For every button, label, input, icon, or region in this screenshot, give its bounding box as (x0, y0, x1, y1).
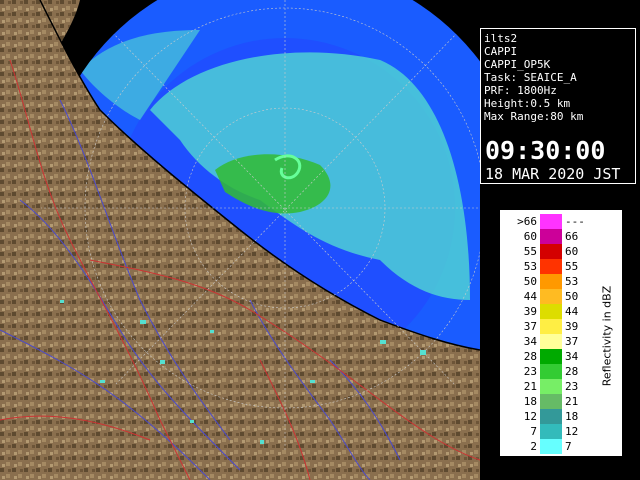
legend-unit-text: Reflectivity in dBZ (600, 285, 614, 387)
legend-row-swatch (540, 274, 562, 289)
info-time: 09:30:00 (485, 136, 606, 165)
legend-row: 44 50 (501, 289, 601, 304)
legend-row-low: 50 (523, 275, 537, 288)
legend-row: 7 12 (501, 424, 601, 439)
legend-row-low: 21 (523, 380, 537, 393)
legend-row: 28 34 (501, 349, 601, 364)
legend-row-high: 55 (565, 260, 579, 273)
reflectivity-legend: >66 --- 60 66 55 60 53 55 50 53 44 50 39 44 37 39 34 37 28… (500, 210, 622, 456)
legend-row-low: 2 (530, 440, 537, 453)
radar-info-panel: ilts2 CAPPI CAPPI_OP5K Task: SEAICE_A PR… (480, 28, 636, 184)
legend-row-low: 23 (523, 365, 537, 378)
legend-row-high: 37 (565, 335, 579, 348)
legend-row-swatch (540, 289, 562, 304)
legend-row-swatch (540, 229, 562, 244)
legend-row: 37 39 (501, 319, 601, 334)
info-height: Height:0.5 km (484, 97, 571, 110)
legend-row-swatch (540, 334, 562, 349)
legend-row-swatch (540, 259, 562, 274)
legend-row: 53 55 (501, 259, 601, 274)
legend-row-low: 7 (530, 425, 537, 438)
legend-row-low: 39 (523, 305, 537, 318)
legend-row: 39 44 (501, 304, 601, 319)
legend-row-low: 53 (523, 260, 537, 273)
legend-row-swatch (540, 379, 562, 394)
legend-row-high: 66 (565, 230, 579, 243)
legend-row-swatch (540, 424, 562, 439)
legend-row-low: 12 (523, 410, 537, 423)
legend-row-high: 7 (565, 440, 572, 453)
legend-row-high: 39 (565, 320, 579, 333)
legend-row: 12 18 (501, 409, 601, 424)
legend-row: 50 53 (501, 274, 601, 289)
legend-row-swatch (540, 439, 562, 454)
legend-row: 27 (501, 439, 601, 454)
legend-row-swatch (540, 244, 562, 259)
legend-row-low: 44 (523, 290, 537, 303)
legend-row-high: 34 (565, 350, 579, 363)
legend-row-high: 28 (565, 365, 579, 378)
legend-row-high: 50 (565, 290, 579, 303)
legend-row-swatch (540, 364, 562, 379)
legend-row: 55 60 (501, 244, 601, 259)
legend-row-low: 28 (523, 350, 537, 363)
legend-row-high: 53 (565, 275, 579, 288)
legend-row: 18 21 (501, 394, 601, 409)
legend-row-high: 12 (565, 425, 579, 438)
legend-row: 60 66 (501, 229, 601, 244)
legend-row-swatch (540, 214, 562, 229)
legend-row-low: 18 (523, 395, 537, 408)
legend-row-low: 34 (523, 335, 537, 348)
info-max-range: Max Range:80 km (484, 110, 584, 123)
legend-row-swatch (540, 304, 562, 319)
legend-row-high: 60 (565, 245, 579, 258)
legend-row-high: 23 (565, 380, 579, 393)
legend-row-high: 44 (565, 305, 579, 318)
legend-row-high: 18 (565, 410, 579, 423)
radar-map (0, 0, 480, 480)
legend-row-swatch (540, 319, 562, 334)
legend-row-low: >66 (517, 215, 537, 228)
legend-row-swatch (540, 394, 562, 409)
legend-unit-label: Reflectivity in dBZ (597, 261, 617, 411)
legend-row-low: 55 (523, 245, 537, 258)
legend-row-high: --- (565, 215, 585, 228)
radar-map-canvas (0, 0, 480, 480)
legend-row: 21 23 (501, 379, 601, 394)
legend-row-swatch (540, 409, 562, 424)
legend-row: 23 28 (501, 364, 601, 379)
legend-row-low: 37 (523, 320, 537, 333)
legend-row-swatch (540, 349, 562, 364)
info-product: CAPPI (484, 45, 518, 58)
info-prf: PRF: 1800Hz (484, 84, 557, 97)
legend-row: >66 --- (501, 214, 601, 229)
legend-row: 34 37 (501, 334, 601, 349)
info-product-code: CAPPI_OP5K (484, 58, 551, 71)
info-task: Task: SEAICE_A (484, 71, 577, 84)
legend-row-high: 21 (565, 395, 579, 408)
info-date: 18 MAR 2020 JST (485, 165, 621, 183)
info-radar-name: ilts2 (484, 32, 518, 45)
legend-row-low: 60 (523, 230, 537, 243)
